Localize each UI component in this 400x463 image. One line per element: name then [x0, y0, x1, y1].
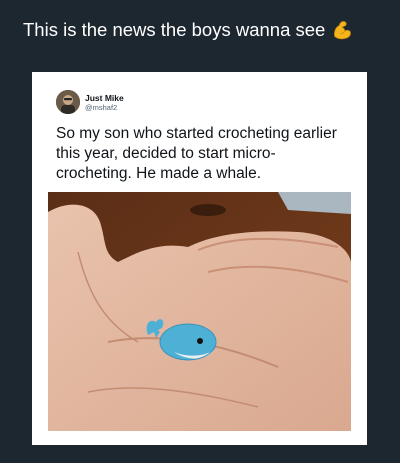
post-caption: This is the news the boys wanna see — [23, 17, 383, 43]
avatar[interactable] — [56, 90, 80, 114]
tweet-photo[interactable] — [48, 192, 351, 431]
tweet-line: this year, decided to start micro- — [56, 145, 276, 162]
tweet-line: crocheting. He made a whale. — [56, 165, 262, 182]
tweet-card: Just Mike @mshaf2 So my son who started … — [32, 72, 367, 445]
flexed-biceps-icon — [334, 21, 352, 40]
display-name[interactable]: Just Mike — [85, 93, 124, 103]
tweet-text: So my son who started crocheting earlier… — [56, 124, 356, 184]
user-handle[interactable]: @mshaf2 — [85, 103, 124, 112]
tweet-line: So my son who started crocheting earlier — [56, 125, 337, 142]
avatar-image — [56, 90, 80, 114]
caption-text: This is the news the boys wanna see — [23, 19, 326, 40]
tweet-author[interactable]: Just Mike @mshaf2 — [56, 90, 124, 114]
